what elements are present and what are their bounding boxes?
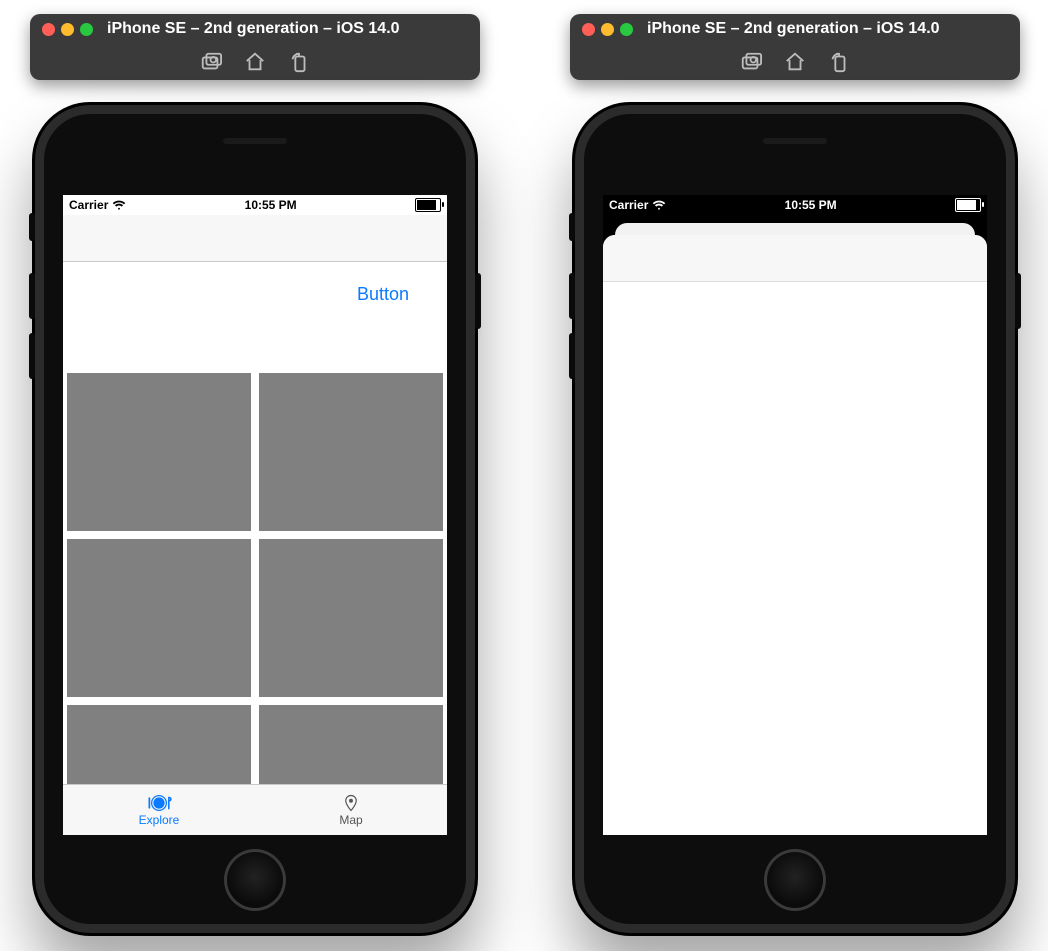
grid-cell[interactable] xyxy=(67,539,251,697)
simulator-window-left: iPhone SE – 2nd generation – iOS 14.0 xyxy=(30,14,480,936)
battery-icon xyxy=(415,198,441,212)
simulator-titlebar: iPhone SE – 2nd generation – iOS 14.0 xyxy=(30,14,480,80)
rotate-icon[interactable] xyxy=(288,51,310,73)
status-bar: Carrier 10:55 PM xyxy=(63,195,447,215)
tab-map[interactable]: Map xyxy=(255,785,447,835)
battery-icon xyxy=(955,198,981,212)
traffic-light-minimize[interactable] xyxy=(601,23,614,36)
traffic-light-zoom[interactable] xyxy=(80,23,93,36)
simulator-titlebar: iPhone SE – 2nd generation – iOS 14.0 xyxy=(570,14,1020,80)
home-icon[interactable] xyxy=(784,51,806,73)
carrier-label: Carrier xyxy=(609,198,648,212)
wifi-icon xyxy=(112,198,126,212)
grid-cell[interactable] xyxy=(259,539,443,697)
device-frame: Carrier 10:55 PM xyxy=(572,102,1018,936)
simulator-window-right: iPhone SE – 2nd generation – iOS 14.0 xyxy=(570,14,1020,936)
simulator-title: iPhone SE – 2nd generation – iOS 14.0 xyxy=(647,20,940,38)
carrier-label: Carrier xyxy=(69,198,108,212)
modal-sheet[interactable] xyxy=(603,235,987,835)
status-time: 10:55 PM xyxy=(666,198,955,212)
device-speaker xyxy=(763,138,827,144)
screenshot-icon[interactable] xyxy=(740,51,762,73)
device-volume-up[interactable] xyxy=(569,273,575,319)
traffic-light-close[interactable] xyxy=(582,23,595,36)
tab-label: Map xyxy=(339,813,362,827)
traffic-light-minimize[interactable] xyxy=(61,23,74,36)
map-pin-icon xyxy=(337,794,365,812)
device-speaker xyxy=(223,138,287,144)
device-volume-down[interactable] xyxy=(569,333,575,379)
grid-cell[interactable] xyxy=(259,705,443,786)
tab-label: Explore xyxy=(139,813,180,827)
status-time: 10:55 PM xyxy=(126,198,415,212)
navigation-bar xyxy=(603,235,987,282)
header-action-button[interactable]: Button xyxy=(357,284,409,305)
grid-cell[interactable] xyxy=(67,373,251,531)
device-screen: Carrier 10:55 PM xyxy=(603,195,987,835)
traffic-light-zoom[interactable] xyxy=(620,23,633,36)
home-icon[interactable] xyxy=(244,51,266,73)
device-screen: Carrier 10:55 PM Button xyxy=(63,195,447,835)
wifi-icon xyxy=(652,198,666,212)
screen-content: Button xyxy=(63,262,447,786)
device-power-button[interactable] xyxy=(1015,273,1021,329)
device-mute-switch[interactable] xyxy=(569,213,575,241)
traffic-light-close[interactable] xyxy=(42,23,55,36)
grid-cell[interactable] xyxy=(67,705,251,786)
device-volume-down[interactable] xyxy=(29,333,35,379)
device-mute-switch[interactable] xyxy=(29,213,35,241)
status-bar: Carrier 10:55 PM xyxy=(603,195,987,215)
simulator-title: iPhone SE – 2nd generation – iOS 14.0 xyxy=(107,20,400,38)
explore-icon xyxy=(145,794,173,812)
device-home-button[interactable] xyxy=(224,849,286,911)
device-home-button[interactable] xyxy=(764,849,826,911)
rotate-icon[interactable] xyxy=(828,51,850,73)
screenshot-icon[interactable] xyxy=(200,51,222,73)
tab-bar: Explore Map xyxy=(63,784,447,835)
device-frame: Carrier 10:55 PM Button xyxy=(32,102,478,936)
navigation-bar xyxy=(63,215,447,262)
tab-explore[interactable]: Explore xyxy=(63,785,255,835)
grid-cell[interactable] xyxy=(259,373,443,531)
device-volume-up[interactable] xyxy=(29,273,35,319)
collection-grid[interactable] xyxy=(63,315,447,786)
device-power-button[interactable] xyxy=(475,273,481,329)
